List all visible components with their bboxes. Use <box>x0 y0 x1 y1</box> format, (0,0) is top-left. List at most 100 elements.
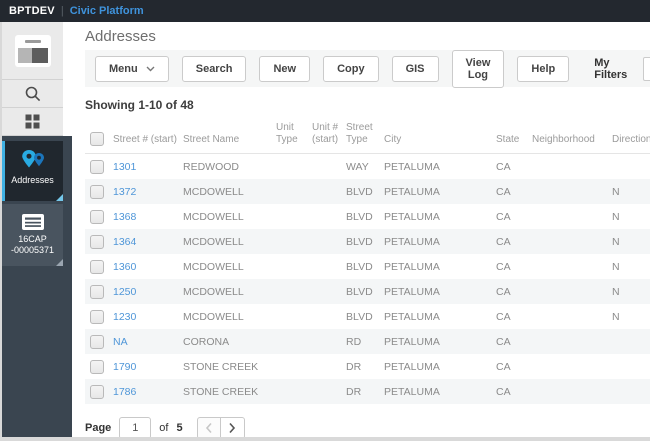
direction-cell <box>612 154 650 180</box>
state-cell: CA <box>496 310 511 323</box>
direction-cell <box>612 354 650 379</box>
table-row: 1301 REDWOOD WAY PETALUMA CA <box>85 154 650 180</box>
record-list-icon <box>21 214 44 230</box>
city-cell: PETALUMA <box>384 160 440 173</box>
copy-button[interactable]: Copy <box>323 55 379 82</box>
chevron-right-icon <box>229 422 236 434</box>
column-street-type: Street Type <box>346 112 384 154</box>
view-log-button[interactable]: View Log <box>451 49 505 88</box>
row-checkbox[interactable] <box>90 209 104 224</box>
street-name-cell: MCDOWELL <box>183 235 244 248</box>
table-row: 1368 MCDOWELL BLVD PETALUMA CA N <box>85 204 650 229</box>
state-cell: CA <box>496 185 511 198</box>
gis-button[interactable]: GIS <box>391 55 439 82</box>
page-of-label: of <box>159 422 169 434</box>
row-checkbox[interactable] <box>90 309 104 324</box>
sidebar-tab-strip: Addresses 16CAP -00005371 <box>2 136 72 437</box>
row-checkbox[interactable] <box>90 159 104 174</box>
street-name-cell: CORONA <box>183 335 230 348</box>
chevron-down-icon <box>146 66 155 71</box>
street-name-cell: MCDOWELL <box>183 185 244 198</box>
toolbar: Menu Search New Copy GIS View Log Help M… <box>85 49 650 88</box>
street-number-link[interactable]: 1301 <box>113 161 136 173</box>
row-checkbox[interactable] <box>90 334 104 349</box>
street-number-link[interactable]: 1786 <box>113 386 136 398</box>
column-street-number: Street # (start) <box>113 112 183 154</box>
page-title: Addresses <box>85 28 156 45</box>
street-type-cell: DR <box>346 385 362 398</box>
addresses-table: Street # (start) Street Name Unit Type U… <box>85 112 650 404</box>
table-row: 1360 MCDOWELL BLVD PETALUMA CA N <box>85 254 650 279</box>
direction-cell <box>612 329 650 354</box>
page-nav-group <box>196 417 245 437</box>
state-cell: CA <box>496 260 511 273</box>
my-filters-group: My Filters --Select-- <box>594 56 650 81</box>
unit-number-cell <box>312 179 346 204</box>
street-number-link[interactable]: 1368 <box>113 211 136 223</box>
accela-logo-icon <box>14 34 51 67</box>
topbar-separator: | <box>60 5 64 17</box>
select-all-checkbox[interactable] <box>90 132 104 146</box>
street-type-cell: BLVD <box>346 310 373 323</box>
my-filters-label: My Filters <box>594 56 628 81</box>
direction-cell: N <box>612 285 620 298</box>
city-cell: PETALUMA <box>384 260 440 273</box>
street-number-link[interactable]: 1360 <box>113 261 136 273</box>
direction-cell: N <box>612 185 620 198</box>
street-number-link[interactable]: 1372 <box>113 186 136 198</box>
street-name-cell: MCDOWELL <box>183 285 244 298</box>
city-cell: PETALUMA <box>384 235 440 248</box>
next-page-button[interactable] <box>220 417 245 437</box>
street-number-link[interactable]: 1364 <box>113 236 136 248</box>
row-checkbox[interactable] <box>90 184 104 199</box>
app-grid-button[interactable] <box>2 108 63 136</box>
unit-number-cell <box>312 279 346 304</box>
street-number-link[interactable]: NA <box>113 336 128 348</box>
row-checkbox[interactable] <box>90 259 104 274</box>
unit-type-cell <box>276 329 312 354</box>
table-row: 1372 MCDOWELL BLVD PETALUMA CA N <box>85 179 650 204</box>
street-name-cell: MCDOWELL <box>183 210 244 223</box>
new-button[interactable]: New <box>259 55 311 82</box>
street-name-cell: STONE CREEK <box>183 360 259 373</box>
unit-type-cell <box>276 154 312 180</box>
street-type-cell: BLVD <box>346 285 373 298</box>
page-number-input[interactable] <box>119 417 152 437</box>
direction-cell <box>612 379 650 404</box>
my-filters-select[interactable]: --Select-- <box>643 56 650 81</box>
neighborhood-cell <box>532 154 612 180</box>
street-number-link[interactable]: 1230 <box>113 311 136 323</box>
unit-type-cell <box>276 179 312 204</box>
direction-cell: N <box>612 210 620 223</box>
previous-page-button[interactable] <box>196 417 221 437</box>
search-button[interactable]: Search <box>181 55 247 82</box>
help-button[interactable]: Help <box>517 55 570 82</box>
street-number-link[interactable]: 1790 <box>113 361 136 373</box>
row-checkbox[interactable] <box>90 284 104 299</box>
active-tab-accent <box>2 141 5 201</box>
row-checkbox[interactable] <box>90 359 104 374</box>
row-checkbox[interactable] <box>90 384 104 399</box>
sidebar-tab-record[interactable]: 16CAP -00005371 <box>2 204 63 266</box>
street-name-cell: MCDOWELL <box>183 310 244 323</box>
launchpad-logo-button[interactable] <box>2 22 63 80</box>
unit-number-cell <box>312 154 346 180</box>
table-row: 1230 MCDOWELL BLVD PETALUMA CA N <box>85 304 650 329</box>
global-search-button[interactable] <box>2 80 63 108</box>
map-pins-icon <box>21 150 44 168</box>
state-cell: CA <box>496 360 511 373</box>
sidebar-tab-addresses[interactable]: Addresses <box>2 141 63 201</box>
city-cell: PETALUMA <box>384 360 440 373</box>
city-cell: PETALUMA <box>384 385 440 398</box>
direction-cell: N <box>612 260 620 273</box>
street-name-cell: MCDOWELL <box>183 260 244 273</box>
row-checkbox[interactable] <box>90 234 104 249</box>
unit-number-cell <box>312 204 346 229</box>
menu-button[interactable]: Menu <box>95 55 169 82</box>
city-cell: PETALUMA <box>384 185 440 198</box>
street-number-link[interactable]: 1250 <box>113 286 136 298</box>
sidebar-launchpad <box>2 22 63 136</box>
table-body: 1301 REDWOOD WAY PETALUMA CA 1372 MCDOWE… <box>85 154 650 404</box>
column-state: State <box>496 112 532 154</box>
state-cell: CA <box>496 235 511 248</box>
